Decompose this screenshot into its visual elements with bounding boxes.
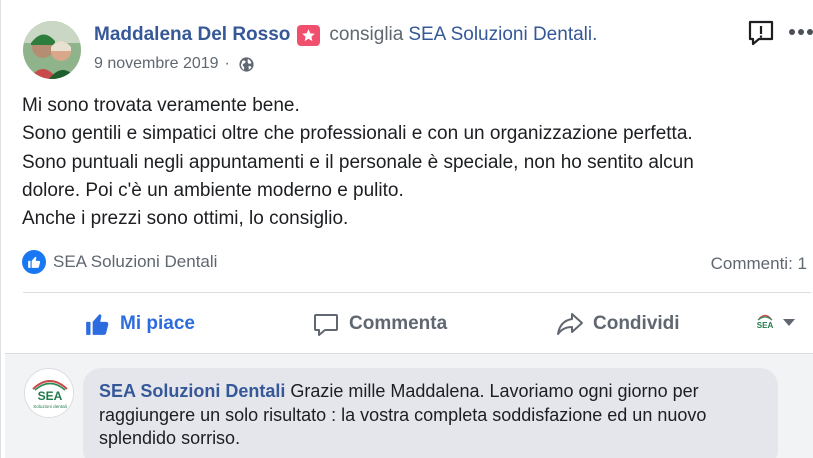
action-bar: Mi piace Commenta Condividi (1, 295, 813, 353)
share-button[interactable]: Condividi (556, 295, 680, 353)
comments-count[interactable]: Commenti: 1 (711, 254, 807, 274)
commenter-logo-subtext: Soluzioni dentali (33, 404, 66, 409)
author-avatar[interactable] (23, 21, 81, 79)
post-body-line: Sono puntuali negli appuntamenti e il pe… (22, 151, 694, 173)
post-body-line: Anche i prezzi sono ottimi, lo consiglio… (22, 208, 349, 230)
post-body-line: dolore. Poi c'è un ambiente moderno e pu… (22, 179, 404, 201)
share-label: Condividi (593, 313, 680, 334)
post-body: Mi sono trovata veramente bene. Sono gen… (22, 92, 802, 233)
likes-summary[interactable]: SEA Soluzioni Dentali (22, 250, 217, 274)
commenter-logo-text: SEA (38, 389, 63, 403)
meta-separator: · (224, 55, 230, 72)
post-body-line: Mi sono trovata veramente bene. (22, 95, 300, 116)
comment-label: Commenta (349, 313, 448, 334)
post-header: Maddalena Del Rosso consiglia SEA Soluzi… (94, 24, 597, 46)
comments-section: SEA Soluzioni dentali SEA Soluzioni Dent… (5, 353, 813, 458)
page-logo-text: SEA (757, 321, 774, 330)
chevron-down-icon (783, 318, 795, 326)
author-name[interactable]: Maddalena Del Rosso (94, 24, 290, 46)
recommends-text: consiglia (329, 24, 404, 45)
post-date[interactable]: 9 novembre 2019 (94, 55, 219, 73)
post-meta: 9 novembre 2019 · (94, 55, 255, 73)
like-icon (86, 314, 109, 335)
page-selector[interactable]: SEA (753, 310, 795, 334)
report-icon[interactable] (746, 18, 776, 48)
comment-bubble: SEA Soluzioni Dentali Grazie mille Madda… (83, 368, 778, 458)
likes-by-text: SEA Soluzioni Dentali (53, 252, 218, 271)
star-badge-icon (297, 24, 321, 46)
page-logo: SEA (753, 310, 777, 334)
post-card: Maddalena Del Rosso consiglia SEA Soluzi… (0, 0, 813, 458)
like-reaction-icon (22, 250, 46, 274)
divider (23, 292, 811, 293)
globe-icon[interactable] (238, 56, 255, 73)
share-icon (557, 313, 583, 335)
recommended-page-link[interactable]: SEA Soluzioni Dentali. (408, 24, 597, 46)
comment-icon (314, 314, 338, 336)
comment-author[interactable]: SEA Soluzioni Dentali (99, 381, 285, 401)
more-icon[interactable] (787, 20, 813, 44)
comment-button[interactable]: Commenta (312, 295, 447, 353)
commenter-avatar[interactable]: SEA Soluzioni dentali (24, 368, 74, 418)
like-button[interactable]: Mi piace (83, 295, 195, 353)
post-body-line: Sono gentili e simpatici oltre che profe… (22, 123, 693, 145)
like-label: Mi piace (120, 313, 195, 334)
